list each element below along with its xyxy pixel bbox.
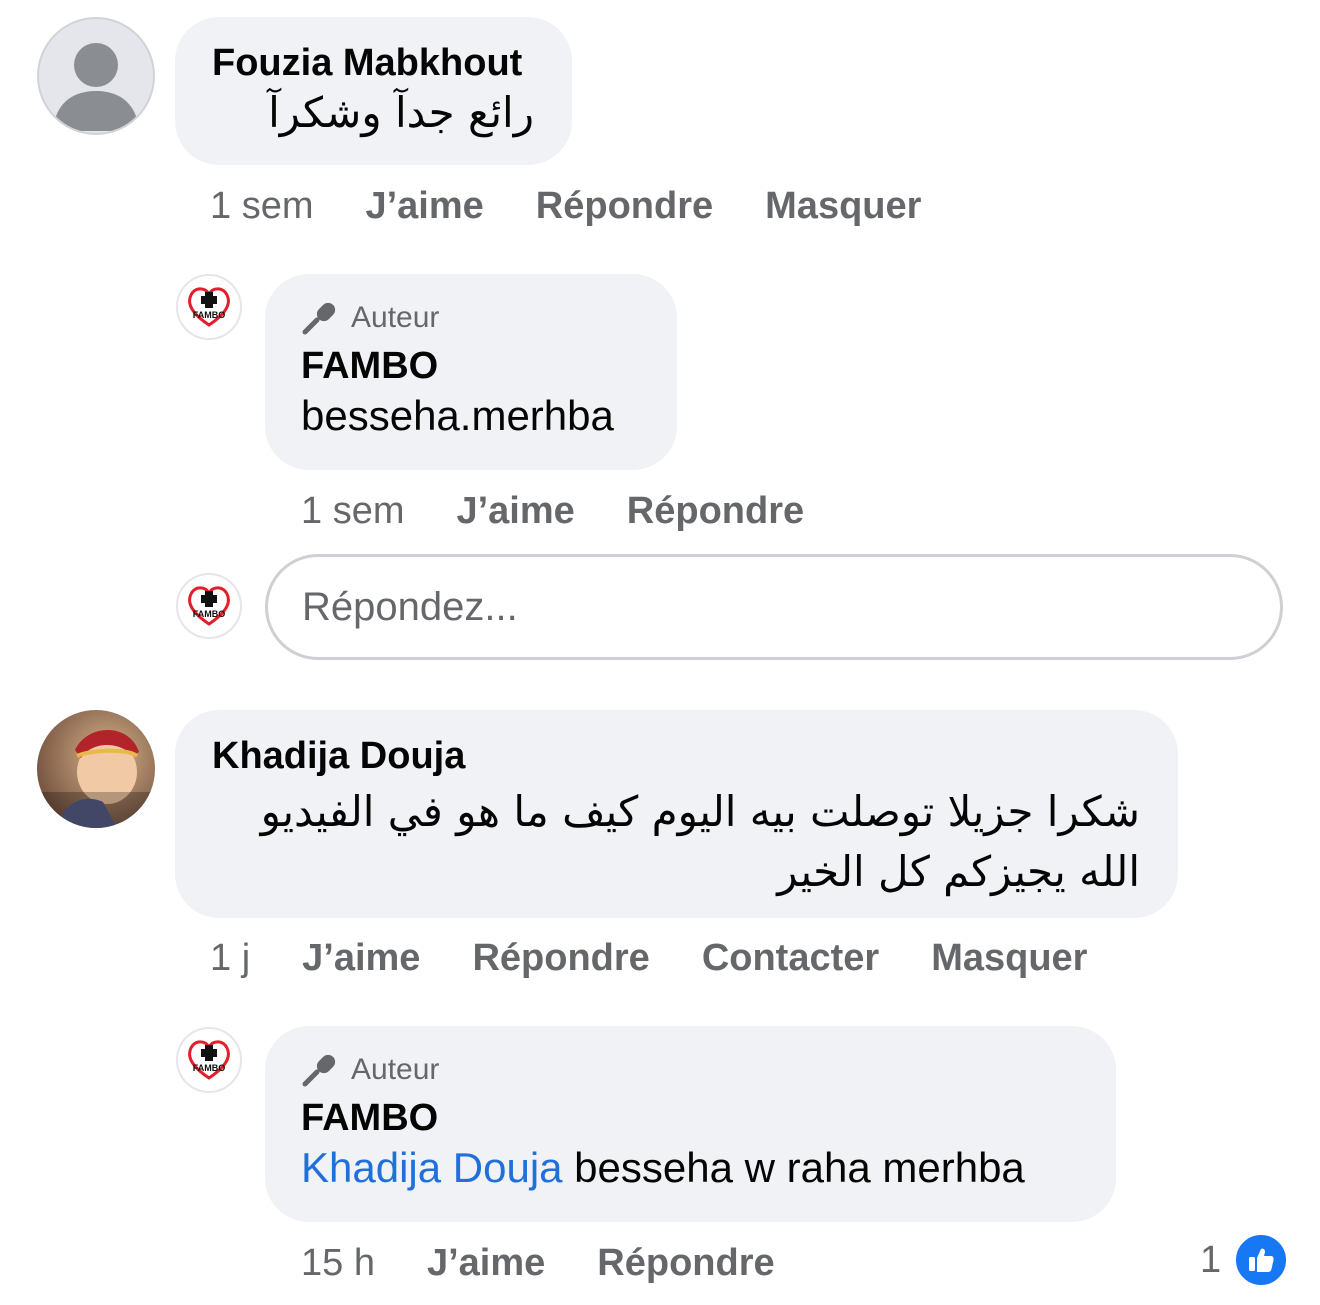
author-badge: Auteur xyxy=(301,300,641,336)
comment-time[interactable]: 1 sem xyxy=(210,185,313,228)
reply-text-body: besseha w raha merhba xyxy=(562,1144,1025,1191)
reply-text: Khadija Douja besseha w raha merhba xyxy=(301,1140,1080,1196)
comment-text: شكرا جزيلا توصلت بيه اليوم كيف ما هو في … xyxy=(260,787,1140,896)
svg-text:FAMBO: FAMBO xyxy=(193,1063,226,1073)
avatar-fambo[interactable]: FAMBO xyxy=(176,1027,242,1093)
author-badge-label: Auteur xyxy=(351,1053,440,1086)
hide-button[interactable]: Masquer xyxy=(765,185,921,228)
comment-actions: 1 sem J’aime Répondre Masquer xyxy=(210,183,921,229)
fambo-logo: FAMBO xyxy=(188,287,230,327)
reply-button[interactable]: Répondre xyxy=(472,937,649,980)
microphone-icon xyxy=(302,1054,336,1087)
reply-button[interactable]: Répondre xyxy=(536,185,713,228)
author-badge-label: Auteur xyxy=(351,301,440,334)
reply-actions: 1 sem J’aime Répondre xyxy=(301,488,804,534)
profile-photo xyxy=(37,710,155,828)
reply-button[interactable]: Répondre xyxy=(627,490,804,533)
reply-actions: 15 h J’aime Répondre xyxy=(301,1240,775,1286)
like-button[interactable]: J’aime xyxy=(302,937,420,980)
fambo-logo: FAMBO xyxy=(188,586,230,626)
avatar-khadija[interactable] xyxy=(37,710,155,828)
reply-input-placeholder: Répondez... xyxy=(302,584,518,629)
reply-time[interactable]: 1 sem xyxy=(301,490,404,533)
author-badge: Auteur xyxy=(301,1052,1080,1088)
comment-actions: 1 j J’aime Répondre Contacter Masquer xyxy=(210,935,1087,981)
reply-author[interactable]: FAMBO xyxy=(301,1096,1080,1140)
reaction-count: 1 xyxy=(1200,1238,1222,1281)
comment-author[interactable]: Khadija Douja xyxy=(212,734,1140,778)
comment-time[interactable]: 1 j xyxy=(210,937,250,980)
svg-text:FAMBO: FAMBO xyxy=(193,310,226,320)
thumbs-up-icon xyxy=(1233,1232,1290,1288)
microphone-icon xyxy=(302,302,336,335)
like-button[interactable]: J’aime xyxy=(427,1242,545,1285)
svg-text:FAMBO: FAMBO xyxy=(193,609,226,619)
comment-author[interactable]: Fouzia Mabkhout xyxy=(212,41,534,85)
comment-text: رائع جدآ وشكرآ xyxy=(268,88,534,137)
reply-button[interactable]: Répondre xyxy=(597,1242,774,1285)
like-button[interactable]: J’aime xyxy=(365,185,483,228)
contact-button[interactable]: Contacter xyxy=(702,937,879,980)
reply-bubble: Auteur FAMBO Khadija Douja besseha w rah… xyxy=(265,1026,1116,1222)
avatar-fouzia[interactable] xyxy=(37,17,155,135)
reply-time[interactable]: 15 h xyxy=(301,1242,375,1285)
like-button[interactable]: J’aime xyxy=(456,490,574,533)
reply-input[interactable]: Répondez... xyxy=(265,554,1283,660)
hide-button[interactable]: Masquer xyxy=(931,937,1087,980)
comment-bubble: Khadija Douja شكرا جزيلا توصلت بيه اليوم… xyxy=(175,710,1178,918)
avatar-fambo: FAMBO xyxy=(176,573,242,639)
fambo-logo: FAMBO xyxy=(188,1040,230,1080)
person-silhouette-icon xyxy=(53,43,139,131)
mention-link[interactable]: Khadija Douja xyxy=(301,1144,563,1191)
comment-bubble: Fouzia Mabkhout رائع جدآ وشكرآ xyxy=(175,17,572,165)
reply-text: besseha.merhba xyxy=(301,392,614,439)
avatar-fambo[interactable]: FAMBO xyxy=(176,274,242,340)
reply-author[interactable]: FAMBO xyxy=(301,344,641,388)
reply-bubble: Auteur FAMBO besseha.merhba xyxy=(265,274,677,470)
reaction-summary[interactable]: 1 xyxy=(1200,1232,1290,1288)
